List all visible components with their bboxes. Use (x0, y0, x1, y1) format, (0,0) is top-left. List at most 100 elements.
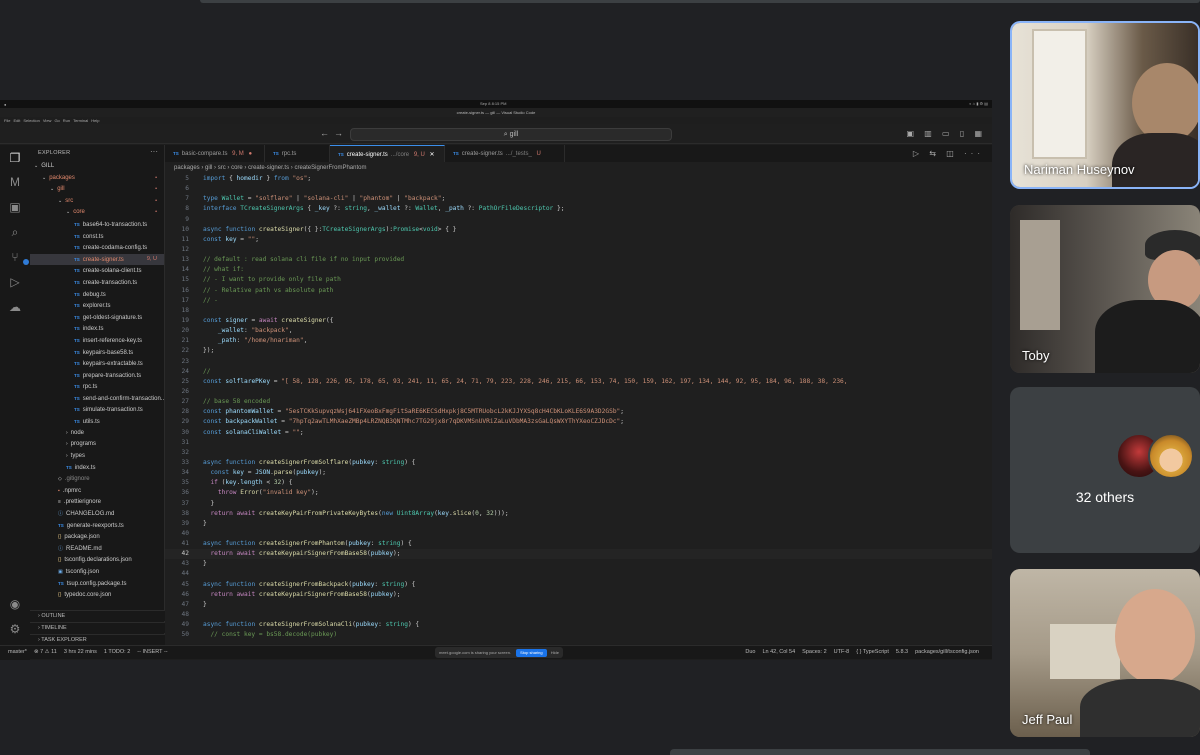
file-item[interactable]: TS create-solana-client.ts (30, 265, 164, 277)
file-item[interactable]: TS simulate-transaction.ts (30, 404, 164, 416)
file-item[interactable]: TS keypairs-extractable.ts (30, 358, 164, 370)
menu-item-help[interactable]: Help (91, 118, 99, 123)
more-icon[interactable]: ··· (150, 147, 158, 156)
folder-item[interactable]: › node (30, 428, 164, 440)
layout-toggle-icons[interactable]: ▣ ▥ ▭ ▯ ▦ (906, 129, 986, 138)
code-line[interactable]: 9 (165, 215, 992, 225)
file-item[interactable]: TS create-transaction.ts (30, 277, 164, 289)
source-control-icon[interactable]: ⑂ (7, 250, 29, 266)
code-line[interactable]: 26 (165, 387, 992, 397)
code-line[interactable]: 31 (165, 438, 992, 448)
code-line[interactable]: 15 // - I want to provide only file path (165, 275, 992, 285)
file-item[interactable]: ◇ .gitignore (30, 474, 164, 486)
file-item[interactable]: TS create-signer.ts 9, U (30, 253, 164, 266)
file-item[interactable]: {} tsconfig.declarations.json (30, 555, 164, 567)
folder-item[interactable]: › types (30, 451, 164, 463)
file-item[interactable]: TS utils.ts (30, 416, 164, 428)
code-line[interactable]: 46 return await createKeypairSignerFromB… (165, 590, 992, 600)
breadcrumb-item[interactable]: packages (174, 165, 200, 171)
code-line[interactable]: 36 throw Error("invalid key"); (165, 488, 992, 498)
breadcrumb-item[interactable]: core (231, 165, 243, 171)
file-item[interactable]: ▪ .npmrc (30, 486, 164, 498)
code-line[interactable]: 7 type Wallet = "solflare" | "solana-cli"… (165, 194, 992, 204)
file-item[interactable]: TS insert-reference-key.ts (30, 335, 164, 347)
command-center-search[interactable]: ⌕ gill (350, 128, 672, 141)
status-item[interactable]: Duo (745, 649, 755, 655)
file-item[interactable]: TS const.ts (30, 231, 164, 243)
code-line[interactable]: 47} (165, 600, 992, 610)
tab-basic-compare[interactable]: TS basic-compare.ts 9, M ● (165, 145, 265, 162)
file-item[interactable]: ≡ .prettierignore (30, 497, 164, 509)
file-item[interactable]: TS tsup.config.package.ts (30, 578, 164, 590)
code-line[interactable]: 45 async function createSignerFromBackpac… (165, 580, 992, 590)
file-item[interactable]: TS rpc.ts (30, 381, 164, 393)
package-icon[interactable]: ▣ (7, 200, 23, 216)
code-line[interactable]: 5 import { homedir } from "os"; (165, 174, 992, 184)
code-line[interactable]: 37 } (165, 499, 992, 509)
code-line[interactable]: 40 (165, 529, 992, 539)
file-item[interactable]: TS create-codama-config.ts (30, 242, 164, 254)
participant-tile-toby[interactable]: Toby (1010, 205, 1200, 373)
timeline-section[interactable]: › TIMELINE (30, 622, 165, 633)
file-item[interactable]: TS send-and-confirm-transaction... (30, 393, 164, 405)
file-item[interactable]: ⓘ CHANGELOG.md (30, 509, 164, 521)
code-editor[interactable]: 5 import { homedir } from "os"; 6 7 type Wal… (165, 174, 992, 644)
tab-create-signer-core[interactable]: TS create-signer.ts .../core 9, U ✕ (330, 145, 445, 162)
tab-create-signer-tests[interactable]: TS create-signer.ts .../_tests_ U (445, 145, 565, 162)
breadcrumb-item[interactable]: create-signer.ts (248, 165, 289, 171)
task-explorer-section[interactable]: › TASK EXPLORER (30, 634, 165, 645)
participant-tile-nariman[interactable]: Nariman Huseynov (1010, 21, 1200, 189)
status-item[interactable]: UTF-8 (834, 649, 850, 655)
folder-item[interactable]: ⌄ packages • (30, 173, 164, 185)
code-line[interactable]: 27 // base 58 encoded (165, 397, 992, 407)
editor-action-icons[interactable]: ▷ ⇆ ◫ ··· (913, 149, 984, 158)
status-item[interactable]: Spaces: 2 (802, 649, 826, 655)
code-line[interactable]: 13 // default : read solana cli file if n… (165, 255, 992, 265)
file-item[interactable]: TS keypairs-base58.ts (30, 347, 164, 359)
status-item[interactable]: master* (8, 649, 27, 655)
code-line[interactable]: 38 return await createKeyPairFromPrivate… (165, 509, 992, 519)
code-line[interactable]: 29 const backpackWallet = "7hpTq2awTLMhXa… (165, 417, 992, 427)
menu-item-run[interactable]: Run (63, 118, 70, 123)
code-line[interactable]: 14 // what if: (165, 265, 992, 275)
code-line[interactable]: 22}); (165, 346, 992, 356)
code-line[interactable]: 35 if (key.length < 32) { (165, 478, 992, 488)
folder-item[interactable]: ⌄ src • (30, 196, 164, 208)
code-line[interactable]: 19 const signer = await createSigner({ (165, 316, 992, 326)
status-item[interactable]: ⊗ 7 ⚠ 11 (34, 649, 57, 655)
breadcrumb-item[interactable]: src (218, 165, 226, 171)
tab-rpc[interactable]: TS rpc.ts (265, 145, 330, 162)
menu-item-selection[interactable]: Selection (23, 118, 39, 123)
folder-item[interactable]: ⌄ gill • (30, 184, 164, 196)
status-item[interactable]: 3 hrs 22 mins (64, 649, 97, 655)
status-item[interactable]: { } TypeScript (856, 649, 889, 655)
code-line[interactable]: 20 _wallet: "backpack", (165, 326, 992, 336)
code-line[interactable]: 50 // const key = bs58.decode(pubkey) (165, 630, 992, 640)
menu-item-view[interactable]: View (43, 118, 52, 123)
code-line[interactable]: 25 const solflarePKey = "[ 58, 128, 226, … (165, 377, 992, 387)
folder-item[interactable]: ⌄ core • (30, 207, 164, 219)
code-line[interactable]: 10 async function createSigner({ }:TCreat… (165, 225, 992, 235)
file-item[interactable]: TS get-oldest-signature.ts (30, 312, 164, 324)
status-item[interactable]: 5.8.3 (896, 649, 908, 655)
status-item[interactable]: Ln 42, Col 54 (762, 649, 795, 655)
code-line[interactable]: 23 (165, 357, 992, 367)
menu-item-go[interactable]: Go (54, 118, 59, 123)
code-line[interactable]: 41 async function createSignerFromPhantom… (165, 539, 992, 549)
code-line[interactable]: 16 // - Relative path vs absolute path (165, 286, 992, 296)
outline-section[interactable]: › OUTLINE (30, 610, 165, 621)
run-debug-icon[interactable]: ▷ (7, 275, 23, 291)
file-item[interactable]: TS index.ts (30, 323, 164, 335)
menu-item-file[interactable]: File (4, 118, 10, 123)
settings-icon[interactable]: ⚙ (7, 622, 23, 638)
file-item[interactable]: TS debug.ts (30, 289, 164, 301)
search-icon[interactable]: ⌕ (7, 225, 23, 241)
nav-arrows[interactable]: ←→ (320, 128, 348, 138)
menu-item-edit[interactable]: Edit (13, 118, 20, 123)
participant-tile-others[interactable]: 32 others (1010, 387, 1200, 553)
code-line[interactable]: 17 // - (165, 296, 992, 306)
code-line[interactable]: 18 (165, 306, 992, 316)
hide-button[interactable]: Hide (551, 650, 559, 655)
code-line[interactable]: 44 (165, 569, 992, 579)
code-line[interactable]: 6 (165, 184, 992, 194)
